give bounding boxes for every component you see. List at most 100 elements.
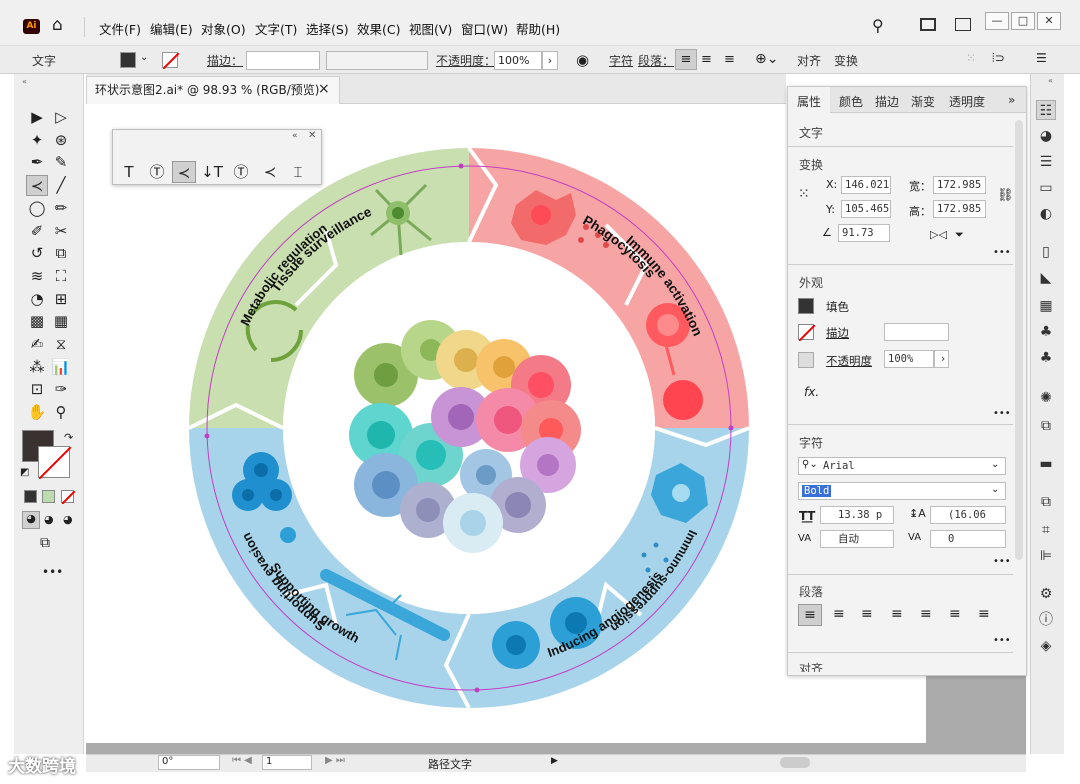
path-anchor[interactable] [474, 687, 480, 693]
direct-selection-tool-icon[interactable]: ▷ [50, 107, 72, 128]
search-icon[interactable]: ⚲ [872, 16, 884, 35]
blend-tool-icon[interactable]: ⧖ [50, 334, 72, 355]
justify-all-icon[interactable]: ≡ [978, 606, 990, 622]
area-type-tool-icon[interactable]: Ⓣ [145, 161, 169, 183]
gradient-mode-icon[interactable] [42, 490, 55, 503]
touch-type-tool-icon[interactable]: ⌶ [286, 161, 310, 183]
stroke-color-box[interactable] [38, 446, 72, 480]
stroke-weight-field[interactable] [246, 51, 320, 70]
tab-transparency[interactable]: 透明度 [949, 93, 985, 110]
more-options-icon[interactable]: ••• [993, 556, 1011, 567]
pen-tool-icon[interactable]: ✒ [26, 152, 48, 173]
h-field[interactable]: 172.985 [933, 200, 986, 218]
symbols-icon[interactable]: ♣ [1036, 322, 1056, 342]
rotate-tool-icon[interactable]: ↺ [26, 243, 48, 264]
close-tab-icon[interactable]: × [318, 81, 330, 97]
selection-tool-icon[interactable]: ▶ [26, 107, 48, 128]
stroke-swatch[interactable] [162, 52, 180, 70]
line-tool-icon[interactable]: ╱ [50, 175, 72, 196]
color-mode-icon[interactable] [24, 490, 37, 503]
path-anchor[interactable] [204, 433, 210, 439]
font-size-field[interactable]: 13.38 p [820, 506, 894, 524]
align-right-icon[interactable]: ≡ [724, 49, 735, 70]
scissors-tool-icon[interactable]: ✂ [50, 221, 72, 242]
circular-diagram[interactable]: Tissue surveillance Phagocytosis Immune … [186, 145, 752, 711]
tab-properties[interactable]: 属性 [797, 93, 821, 110]
graph-tool-icon[interactable]: 📊 [50, 357, 72, 378]
libraries-icon[interactable]: ◈ [1036, 636, 1056, 656]
pathfinder-icon[interactable]: ⧉ [1036, 492, 1056, 512]
swatches-icon[interactable]: ▦ [1036, 296, 1056, 316]
stroke-swatch[interactable] [798, 324, 816, 342]
w-field[interactable]: 172.985 [933, 176, 986, 194]
properties-icon[interactable]: ☷ [1036, 100, 1056, 120]
kerning-field[interactable]: 自动 [820, 530, 894, 548]
layers-icon[interactable]: ◣ [1036, 268, 1056, 288]
align-panel-icon[interactable]: ⊫ [1036, 546, 1056, 566]
path-anchor[interactable] [458, 163, 464, 169]
lines-icon[interactable]: ☰ [1036, 152, 1056, 172]
chevron-down-icon[interactable]: ⌄ [991, 459, 999, 470]
screen-mode-icon[interactable]: ⧉ [40, 535, 50, 551]
workspace-icon[interactable] [920, 18, 936, 31]
opacity-arrow[interactable]: › [934, 350, 949, 368]
path-anchor[interactable] [728, 425, 734, 431]
opacity-swatch[interactable] [798, 352, 814, 368]
vertical-area-type-tool-icon[interactable]: Ⓣ [229, 161, 253, 183]
fill-swatch[interactable] [120, 52, 136, 68]
close-button[interactable]: ✕ [1037, 12, 1061, 30]
pencil-tool-icon[interactable]: ✐ [26, 221, 48, 242]
paintbrush-tool-icon[interactable]: ✏ [50, 198, 72, 219]
mesh-tool-icon[interactable]: ▩ [26, 311, 48, 332]
flip-vertical-icon[interactable]: ⏷ [955, 228, 964, 242]
vertical-type-tool-icon[interactable]: ↓T [200, 161, 224, 183]
draw-inside-icon[interactable]: ◕ [63, 513, 73, 526]
opacity-field[interactable]: 100% [884, 350, 934, 368]
opacity-arrow[interactable]: › [542, 51, 558, 70]
chevron-down-icon[interactable]: ⌄ [991, 484, 999, 495]
justify-center-icon[interactable]: ≡ [920, 606, 932, 622]
more-tools-icon[interactable]: ••• [42, 565, 63, 579]
justify-right-icon[interactable]: ≡ [949, 606, 961, 622]
menu-view[interactable]: 视图(V) [409, 19, 452, 38]
align-center-icon[interactable]: ≡ [833, 606, 845, 622]
home-icon[interactable]: ⌂ [52, 15, 63, 35]
panel-icon[interactable]: ⦙⊃ [992, 51, 1005, 66]
menu-window[interactable]: 窗口(W) [461, 19, 508, 38]
y-field[interactable]: 105.465 [841, 200, 891, 218]
leading-field[interactable]: (16.06 [930, 506, 1006, 524]
vertical-path-type-tool-icon[interactable]: ≺ [258, 161, 282, 183]
draw-behind-icon[interactable]: ◕ [44, 513, 54, 526]
symbol-sprayer-tool-icon[interactable]: ⁂ [26, 357, 48, 378]
ellipse-tool-icon[interactable]: ◯ [26, 198, 48, 219]
asset-export-icon[interactable]: ⧉ [1036, 416, 1056, 436]
font-family-field[interactable]: Arial [798, 457, 1006, 475]
tab-color[interactable]: 颜色 [839, 93, 863, 110]
document-tab[interactable]: 环状示意图2.ai* @ 98.93 % (RGB/预览) [86, 76, 340, 104]
perspective-grid-tool-icon[interactable]: ⊞ [50, 289, 72, 310]
reference-point-icon[interactable]: ⁙ [798, 186, 810, 202]
free-transform-tool-icon[interactable]: ⛶ [50, 266, 72, 287]
more-tabs-icon[interactable]: » [1008, 93, 1015, 107]
stroke-label[interactable]: 描边 [826, 325, 849, 341]
align-left-icon[interactable]: ≡ [675, 49, 697, 70]
zoom-tool-icon[interactable]: ⚲ [50, 402, 72, 423]
fx-icon[interactable]: fx. [804, 385, 819, 399]
scale-tool-icon[interactable]: ⧉ [50, 243, 72, 264]
transform-label[interactable]: 变换 [834, 52, 858, 69]
tracking-field[interactable]: 0 [930, 530, 1006, 548]
minimize-button[interactable]: — [985, 12, 1009, 30]
comments-icon[interactable]: ▬ [1036, 454, 1056, 474]
profile-dropdown[interactable] [326, 51, 428, 70]
type-on-path-tool-icon[interactable]: ≺ [26, 175, 48, 197]
menu-object[interactable]: 对象(O) [201, 19, 246, 38]
magic-wand-tool-icon[interactable]: ✦ [26, 130, 48, 151]
paragraph-link[interactable]: 段落： [638, 52, 674, 69]
flip-horizontal-icon[interactable]: ▷◁ [930, 228, 947, 241]
arrange-icon[interactable] [955, 18, 971, 31]
type-tool-icon[interactable]: T [117, 161, 141, 183]
status-menu-icon[interactable]: ▶ [551, 756, 558, 766]
menu-help[interactable]: 帮助(H) [516, 19, 560, 38]
constrain-link-icon[interactable]: ⛓ [997, 188, 1014, 203]
width-tool-icon[interactable]: ≋ [26, 266, 48, 287]
